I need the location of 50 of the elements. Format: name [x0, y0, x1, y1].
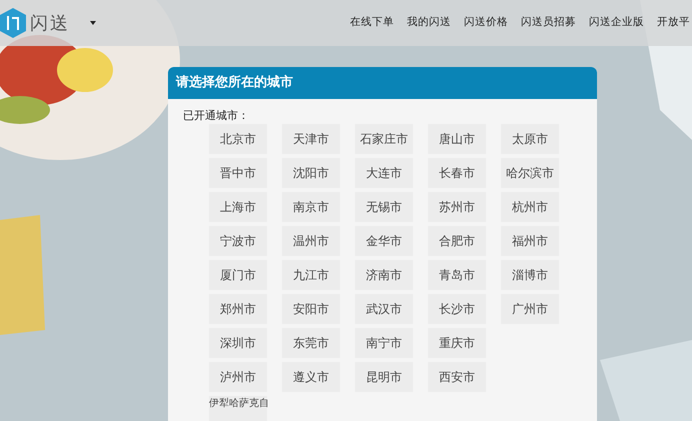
city-button[interactable]: 大连市 [355, 158, 413, 188]
city-button[interactable]: 遵义市 [282, 362, 340, 392]
city-button[interactable]: 福州市 [501, 226, 559, 256]
city-button[interactable]: 北京市 [209, 124, 267, 154]
city-button[interactable]: 广州市 [501, 294, 559, 324]
city-button[interactable]: 苏州市 [428, 192, 486, 222]
city-button[interactable]: 淄博市 [501, 260, 559, 290]
city-button[interactable]: 长沙市 [428, 294, 486, 324]
city-button[interactable]: 东莞市 [282, 328, 340, 358]
city-button[interactable]: 太原市 [501, 124, 559, 154]
city-button[interactable]: 九江市 [282, 260, 340, 290]
nav-link[interactable]: 我的闪送 [407, 15, 451, 31]
city-button[interactable]: 西安市 [428, 362, 486, 392]
city-button[interactable]: 长春市 [428, 158, 486, 188]
nav-link[interactable]: 闪送价格 [464, 15, 508, 31]
city-button[interactable]: 青岛市 [428, 260, 486, 290]
city-button[interactable]: 泸州市 [209, 362, 267, 392]
city-button[interactable]: 石家庄市 [355, 124, 413, 154]
city-button[interactable]: 合肥市 [428, 226, 486, 256]
city-button[interactable]: 重庆市 [428, 328, 486, 358]
city-button[interactable]: 天津市 [282, 124, 340, 154]
city-button[interactable]: 济南市 [355, 260, 413, 290]
city-button[interactable]: 安阳市 [282, 294, 340, 324]
city-button[interactable]: 沈阳市 [282, 158, 340, 188]
city-button[interactable]: 哈尔滨市 [501, 158, 559, 188]
city-button[interactable]: 郑州市 [209, 294, 267, 324]
city-button[interactable]: 厦门市 [209, 260, 267, 290]
city-button[interactable]: 温州市 [282, 226, 340, 256]
panel-header: 请选择您所在的城市 [168, 67, 597, 99]
section-label: 已开通城市： [183, 109, 249, 123]
nav-link[interactable]: 在线下单 [350, 15, 394, 31]
city-button[interactable]: 无锡市 [355, 192, 413, 222]
logo-icon [0, 8, 26, 38]
city-button[interactable]: 唐山市 [428, 124, 486, 154]
city-button[interactable]: 宁波市 [209, 226, 267, 256]
city-button[interactable]: 昆明市 [355, 362, 413, 392]
city-button[interactable]: 武汉市 [355, 294, 413, 324]
city-button[interactable]: 杭州市 [501, 192, 559, 222]
nav-link[interactable]: 开放平 [657, 15, 690, 31]
city-button[interactable]: 金华市 [355, 226, 413, 256]
city-button[interactable]: 伊犁哈萨克自 [209, 396, 267, 421]
nav-link[interactable]: 闪送企业版 [589, 15, 644, 31]
nav-link[interactable]: 闪送员招募 [521, 15, 576, 31]
city-button[interactable]: 晋中市 [209, 158, 267, 188]
city-button[interactable]: 深圳市 [209, 328, 267, 358]
logo-text: 闪送 [30, 12, 70, 36]
city-button[interactable]: 南宁市 [355, 328, 413, 358]
city-button[interactable]: 上海市 [209, 192, 267, 222]
caret-icon[interactable] [90, 21, 96, 25]
city-button[interactable]: 南京市 [282, 192, 340, 222]
